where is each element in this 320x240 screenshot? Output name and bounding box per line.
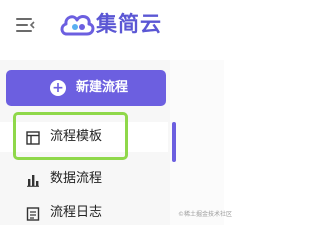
top-bar: 集简云 — [0, 0, 224, 60]
watermark: ©稀土掘金技术社区 — [178, 211, 233, 218]
new-flow-button[interactable]: + 新建流程 — [6, 70, 166, 106]
highlight-box — [13, 112, 128, 160]
sidebar-item-label: 数据流程 — [50, 171, 103, 186]
cloud-logo-icon — [58, 9, 96, 39]
sidebar-item-flow-logs[interactable]: 流程日志 — [0, 198, 168, 228]
log-icon — [26, 206, 40, 221]
bar-chart-icon — [26, 172, 40, 187]
sidebar-item-label: 流程日志 — [50, 205, 103, 220]
content-panel — [170, 60, 224, 225]
new-flow-label: 新建流程 — [76, 80, 129, 95]
plus-circle-icon: + — [50, 80, 66, 96]
hamburger-menu-icon[interactable] — [14, 14, 36, 36]
active-indicator — [172, 122, 176, 162]
sidebar-item-data-flows[interactable]: 数据流程 — [0, 164, 168, 194]
brand-name: 集简云 — [96, 12, 162, 36]
